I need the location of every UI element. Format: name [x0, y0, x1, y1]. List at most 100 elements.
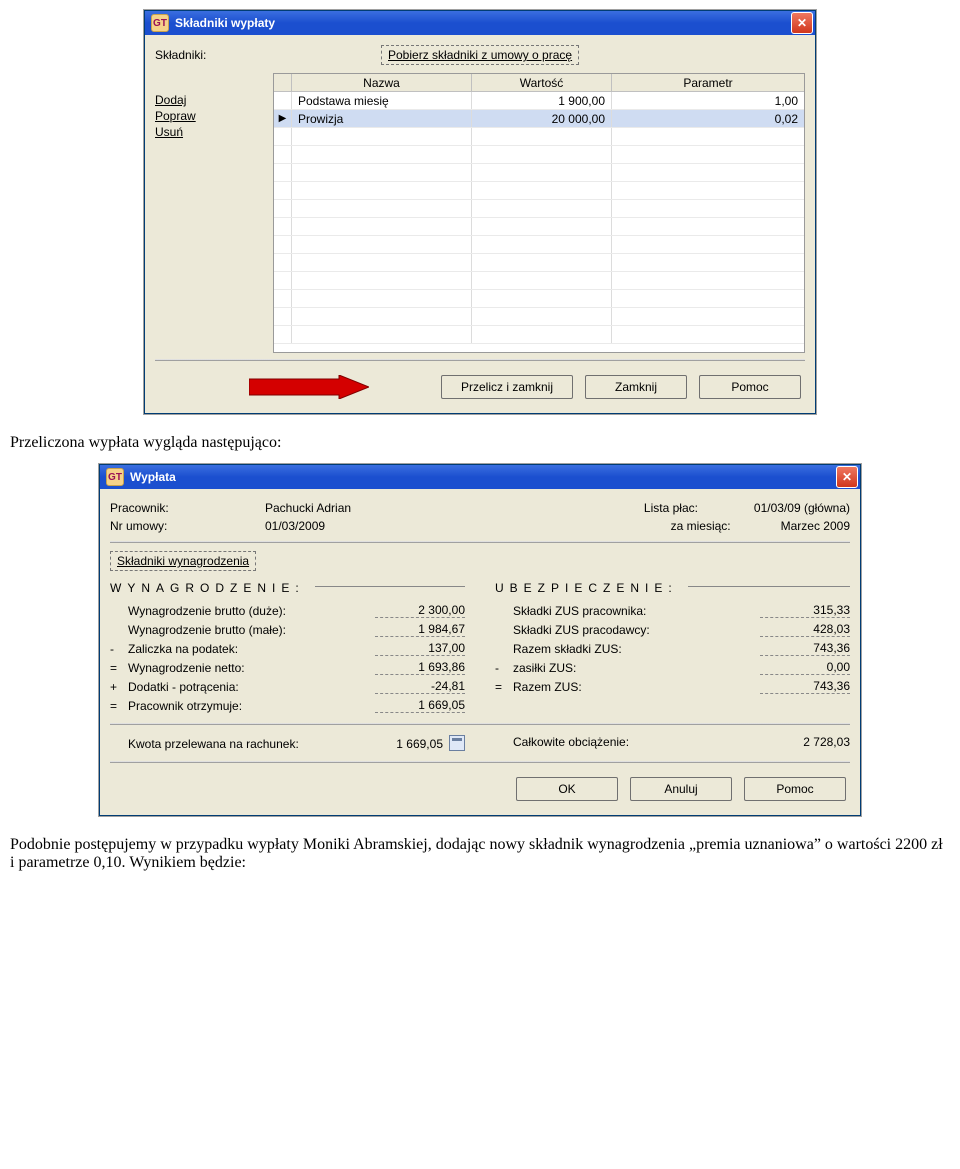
detail-row: +Dodatki - potrącenia:-24,81: [110, 679, 465, 694]
table-row[interactable]: Podstawa miesię1 900,001,00: [274, 92, 804, 110]
zamknij-button[interactable]: Zamknij: [585, 375, 687, 399]
table-row[interactable]: [274, 236, 804, 254]
detail-row: =Wynagrodzenie netto:1 693,86: [110, 660, 465, 675]
cell-wartosc: [472, 218, 612, 235]
pomoc-button[interactable]: Pomoc: [744, 777, 846, 801]
detail-value: 1 984,67: [375, 622, 465, 637]
cell-wartosc: [472, 290, 612, 307]
table-row[interactable]: [274, 182, 804, 200]
detail-label: Pracownik otrzymuje:: [128, 699, 365, 713]
detail-value: 0,00: [760, 660, 850, 675]
table-row[interactable]: [274, 254, 804, 272]
col-parametr[interactable]: Parametr: [612, 74, 804, 91]
table-row[interactable]: ▶Prowizja20 000,000,02: [274, 110, 804, 128]
label-skladniki: Składniki:: [155, 48, 265, 62]
label-za-miesiac: za miesiąc:: [671, 519, 781, 533]
cell-parametr: [612, 164, 804, 181]
detail-value: 428,03: [760, 622, 850, 637]
calculator-icon[interactable]: [449, 735, 465, 751]
detail-label: Razem ZUS:: [513, 680, 750, 694]
link-skladniki-wynagrodzenia[interactable]: Składniki wynagrodzenia: [117, 554, 249, 568]
app-icon: GT: [151, 14, 169, 32]
cell-parametr: [612, 236, 804, 253]
operator: +: [110, 680, 128, 694]
link-popraw[interactable]: Popraw: [155, 109, 265, 123]
cell-nazwa: Prowizja: [292, 110, 472, 127]
grid-skladniki[interactable]: Nazwa Wartość Parametr Podstawa miesię1 …: [273, 73, 805, 353]
cell-wartosc: 1 900,00: [472, 92, 612, 109]
pomoc-button[interactable]: Pomoc: [699, 375, 801, 399]
cell-wartosc: [472, 128, 612, 145]
table-row[interactable]: [274, 128, 804, 146]
detail-row: Razem składki ZUS: 743,36: [495, 641, 850, 656]
detail-row: Składki ZUS pracownika:315,33: [495, 603, 850, 618]
value-nr-umowy: 01/03/2009: [265, 519, 325, 533]
col-nazwa[interactable]: Nazwa: [292, 74, 472, 91]
table-row[interactable]: [274, 272, 804, 290]
detail-value: 315,33: [760, 603, 850, 618]
operator: -: [495, 661, 513, 675]
cell-parametr: [612, 254, 804, 271]
cell-nazwa: [292, 146, 472, 163]
operator: -: [110, 642, 128, 656]
operator: =: [495, 680, 513, 694]
cell-wartosc: [472, 146, 612, 163]
table-row[interactable]: [274, 290, 804, 308]
table-row[interactable]: [274, 218, 804, 236]
link-pobierz-skladniki[interactable]: Pobierz składniki z umowy o pracę: [388, 48, 572, 62]
window-wyplata: GT Wypłata ✕ Pracownik: Pachucki Adrian …: [99, 464, 861, 816]
cell-wartosc: [472, 164, 612, 181]
label-calkowite-obciazenie: Całkowite obciążenie:: [513, 735, 750, 749]
detail-value: 2 300,00: [375, 603, 465, 618]
cell-nazwa: [292, 236, 472, 253]
detail-label: Wynagrodzenie netto:: [128, 661, 365, 675]
cell-wartosc: [472, 326, 612, 343]
operator: =: [110, 661, 128, 675]
value-pracownik: Pachucki Adrian: [265, 501, 351, 515]
detail-value: -24,81: [375, 679, 465, 694]
section-ubezpieczenie: UBEZPIECZENIE:: [495, 575, 678, 597]
ok-button[interactable]: OK: [516, 777, 618, 801]
value-calkowite-obciazenie: 2 728,03: [760, 735, 850, 749]
window-skladniki-wyplaty: GT Składniki wypłaty ✕ Składniki: Pobier…: [144, 10, 816, 414]
cell-parametr: [612, 272, 804, 289]
cell-parametr: [612, 182, 804, 199]
table-row[interactable]: [274, 326, 804, 344]
close-icon[interactable]: ✕: [836, 466, 858, 488]
link-usun[interactable]: Usuń: [155, 125, 265, 139]
table-row[interactable]: [274, 200, 804, 218]
window-title: Wypłata: [130, 470, 836, 484]
cell-wartosc: [472, 272, 612, 289]
close-icon[interactable]: ✕: [791, 12, 813, 34]
paragraph-2: Podobnie postępujemy w przypadku wypłaty…: [10, 836, 950, 872]
detail-value: 137,00: [375, 641, 465, 656]
cell-nazwa: [292, 200, 472, 217]
value-kwota-rachunek: 1 669,05: [353, 737, 443, 751]
cell-nazwa: [292, 308, 472, 325]
titlebar[interactable]: GT Składniki wypłaty ✕: [145, 11, 815, 35]
cell-wartosc: [472, 308, 612, 325]
col-wartosc[interactable]: Wartość: [472, 74, 612, 91]
annotation-arrow-icon: [249, 376, 369, 398]
detail-value: 1 669,05: [375, 698, 465, 713]
cell-nazwa: [292, 326, 472, 343]
detail-row: Wynagrodzenie brutto (duże):2 300,00: [110, 603, 465, 618]
detail-value: 743,36: [760, 641, 850, 656]
table-row[interactable]: [274, 146, 804, 164]
label-pracownik: Pracownik:: [110, 501, 265, 515]
cell-wartosc: [472, 200, 612, 217]
cell-wartosc: [472, 254, 612, 271]
table-row[interactable]: [274, 164, 804, 182]
anuluj-button[interactable]: Anuluj: [630, 777, 732, 801]
cell-parametr: [612, 218, 804, 235]
table-row[interactable]: [274, 308, 804, 326]
cell-parametr: [612, 146, 804, 163]
section-wynagrodzenie: WYNAGRODZENIE:: [110, 575, 305, 597]
detail-label: Razem składki ZUS:: [513, 642, 750, 656]
operator: =: [110, 699, 128, 713]
cell-nazwa: [292, 254, 472, 271]
link-dodaj[interactable]: Dodaj: [155, 93, 265, 107]
przelicz-i-zamknij-button[interactable]: Przelicz i zamknij: [441, 375, 573, 399]
cell-parametr: [612, 128, 804, 145]
titlebar[interactable]: GT Wypłata ✕: [100, 465, 860, 489]
